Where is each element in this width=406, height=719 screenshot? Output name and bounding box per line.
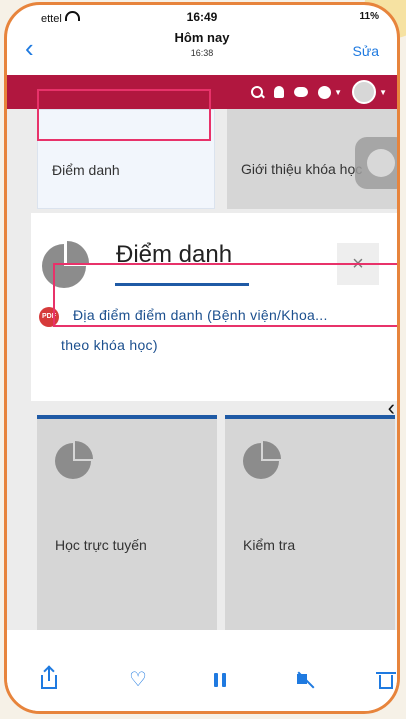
pie-chart-icon bbox=[55, 441, 93, 479]
tile-label: Giới thiệu khóa học bbox=[241, 161, 363, 177]
photo-content: ▼ ▼ Điểm danh Giới thiệu khóa học Điểm d… bbox=[7, 75, 397, 630]
tile-label: Học trực tuyến bbox=[55, 537, 147, 553]
globe-icon bbox=[318, 85, 332, 99]
share-icon[interactable] bbox=[37, 667, 63, 693]
phone-frame: ettel 16:49 11% ‹ Hôm nay 16:38 Sửa ▼ ▼ … bbox=[4, 2, 400, 714]
assistive-touch-button bbox=[355, 137, 397, 189]
edit-button[interactable]: Sửa bbox=[353, 43, 380, 59]
chat-icon bbox=[294, 87, 309, 97]
page-title: Hôm nay bbox=[174, 30, 230, 45]
bottom-toolbar: ♡ bbox=[7, 631, 397, 711]
tile-online-learning: Học trực tuyến bbox=[37, 415, 217, 630]
chevron-down-icon: ▼ bbox=[379, 87, 387, 97]
trash-icon[interactable] bbox=[373, 667, 397, 693]
pie-chart-icon bbox=[243, 441, 281, 479]
avatar bbox=[352, 80, 377, 104]
tile-label: Kiểm tra bbox=[243, 537, 296, 553]
search-icon bbox=[250, 85, 264, 99]
bell-icon bbox=[274, 86, 285, 98]
title-block: Hôm nay 16:38 bbox=[7, 30, 397, 58]
tile-label: Điểm danh bbox=[52, 162, 120, 178]
battery-indicator: 11% bbox=[359, 11, 379, 22]
web-header-icons: ▼ ▼ bbox=[250, 80, 387, 104]
pause-icon[interactable] bbox=[207, 667, 233, 693]
chevron-down-icon: ▼ bbox=[334, 87, 343, 97]
mute-icon[interactable] bbox=[293, 667, 319, 693]
page-subtitle: 16:38 bbox=[190, 48, 214, 58]
status-bar: ettel 16:49 11% bbox=[7, 5, 397, 29]
annotation-box bbox=[37, 89, 211, 141]
heart-icon[interactable]: ♡ bbox=[125, 667, 151, 693]
photos-top-bar: ‹ Hôm nay 16:38 Sửa bbox=[7, 27, 397, 71]
modal-link-text-continued: theo khóa học) bbox=[61, 337, 158, 353]
annotation-box bbox=[53, 263, 397, 327]
tile-exam: Kiểm tra bbox=[225, 415, 395, 630]
status-time: 16:49 bbox=[186, 10, 218, 24]
